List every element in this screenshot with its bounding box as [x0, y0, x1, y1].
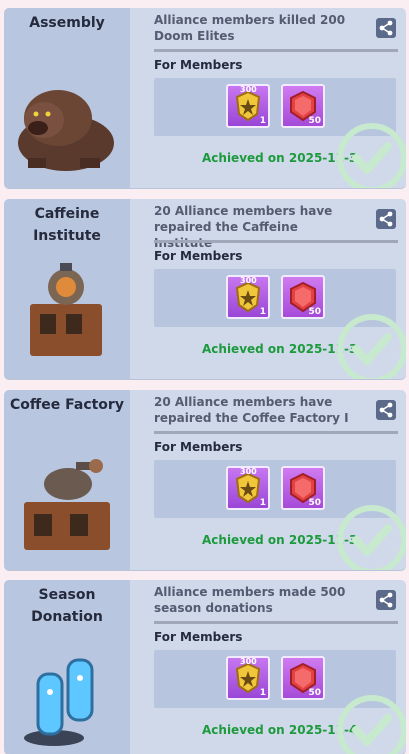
reward-quantity: 1 — [259, 307, 266, 317]
reward-quantity: 50 — [308, 688, 321, 698]
share-button[interactable] — [376, 590, 396, 610]
bear-image — [18, 90, 114, 171]
checkmark-icon — [337, 123, 406, 188]
share-button[interactable] — [376, 18, 396, 38]
checkmark-icon — [337, 695, 406, 754]
share-icon — [379, 402, 393, 418]
reward-quantity: 50 — [308, 116, 321, 126]
badge-icon[interactable]: 300 1 — [226, 275, 270, 319]
reward-quantity: 1 — [259, 498, 266, 508]
caffeine-institute-image — [30, 263, 102, 356]
achievement-card: Coffee Factory 20 Alliance members have … — [4, 390, 406, 570]
badge-icon[interactable]: 300 1 — [226, 466, 270, 510]
achievement-left-panel: Assembly — [4, 8, 130, 188]
divider — [154, 621, 398, 624]
achievement-name: Caffeine Institute — [33, 206, 101, 244]
achievement-card: Season Donation Alliance members made 50… — [4, 580, 406, 754]
achievement-description: 20 Alliance members have repaired the Ca… — [154, 204, 333, 250]
reward-quantity: 50 — [308, 498, 321, 508]
share-icon — [379, 592, 393, 608]
achievement-name: Season Donation — [31, 587, 103, 625]
divider — [154, 49, 398, 52]
share-button[interactable] — [376, 400, 396, 420]
for-members-label: For Members — [154, 58, 243, 72]
reward-quantity: 1 — [259, 116, 266, 126]
red-gem-icon[interactable]: 50 — [281, 656, 325, 700]
red-gem-icon[interactable]: 50 — [281, 275, 325, 319]
achievement-description: Alliance members made 500 season donatio… — [154, 585, 346, 615]
season-donation-image — [24, 658, 94, 746]
for-members-label: For Members — [154, 630, 243, 644]
share-button[interactable] — [376, 209, 396, 229]
share-icon — [379, 211, 393, 227]
red-gem-icon[interactable]: 50 — [281, 466, 325, 510]
badge-icon[interactable]: 300 1 — [226, 84, 270, 128]
achievement-card: Assembly Alliance members killed 200 Doo… — [4, 8, 406, 188]
checkmark-icon — [337, 505, 406, 570]
reward-quantity: 1 — [259, 688, 266, 698]
badge-icon[interactable]: 300 1 — [226, 656, 270, 700]
achievement-left-panel: Season Donation — [4, 580, 130, 754]
achievement-left-panel: Coffee Factory — [4, 390, 130, 570]
for-members-label: For Members — [154, 249, 243, 263]
reward-quantity: 50 — [308, 307, 321, 317]
divider — [154, 240, 398, 243]
achievement-card: Caffeine Institute 20 Alliance members h… — [4, 199, 406, 379]
divider — [154, 431, 398, 434]
achievement-description: 20 Alliance members have repaired the Co… — [154, 395, 349, 425]
for-members-label: For Members — [154, 440, 243, 454]
achievement-description: Alliance members killed 200 Doom Elites — [154, 13, 346, 43]
achievement-name: Assembly — [29, 15, 105, 31]
checkmark-icon — [337, 314, 406, 379]
share-icon — [379, 20, 393, 36]
achievement-name: Coffee Factory — [10, 397, 124, 413]
achievement-left-panel: Caffeine Institute — [4, 199, 130, 379]
coffee-factory-image — [24, 459, 110, 550]
red-gem-icon[interactable]: 50 — [281, 84, 325, 128]
